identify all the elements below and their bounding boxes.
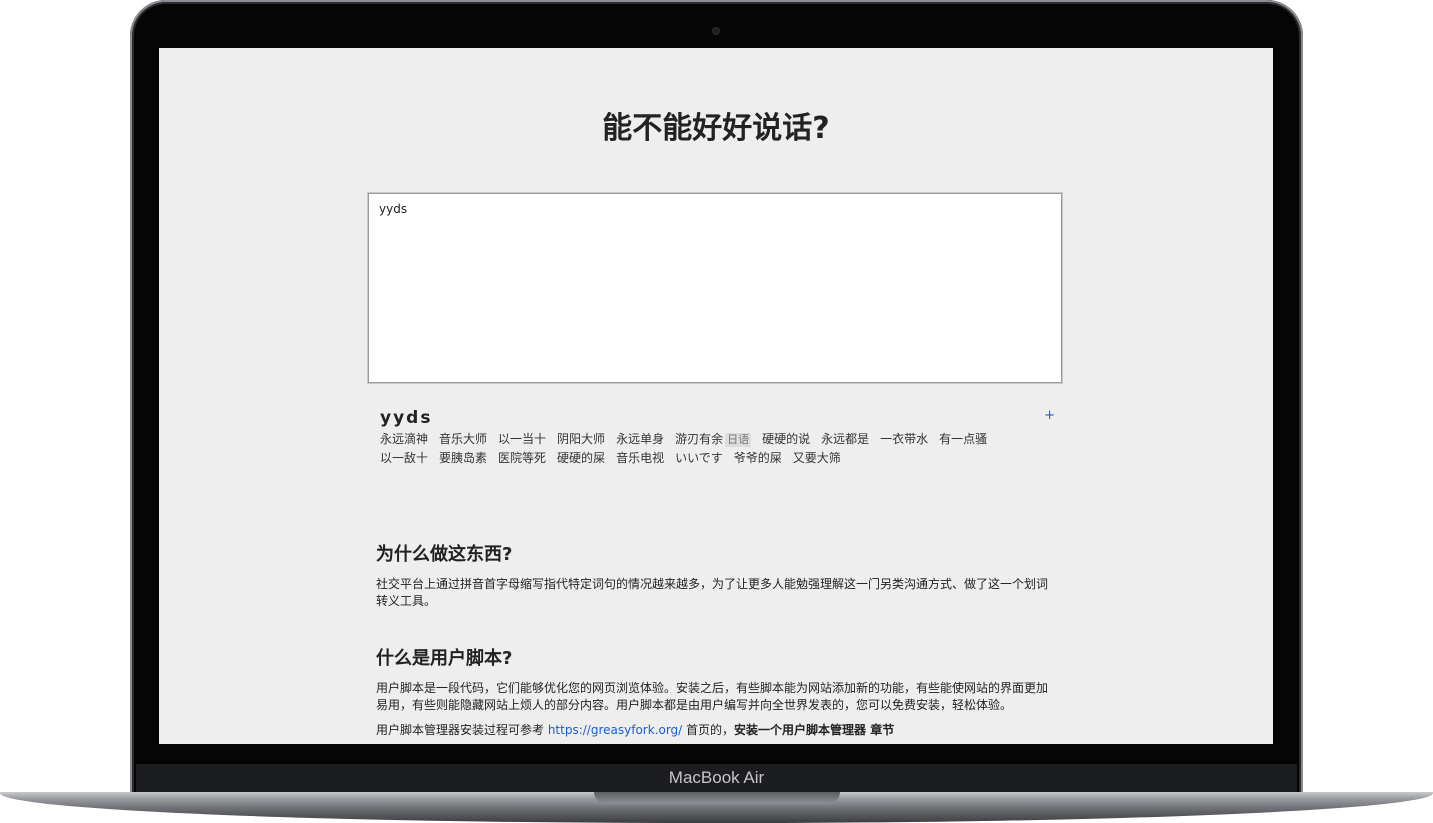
translation-tag[interactable]: 又要大筛 xyxy=(793,449,841,468)
translation-tag[interactable]: 以一当十 xyxy=(498,430,546,449)
translation-tag[interactable]: 爷爷的屎 xyxy=(734,449,782,468)
translation-tag[interactable]: いいです xyxy=(675,449,723,468)
translation-tag[interactable]: 永远都是 xyxy=(821,430,869,449)
install-guide-suffix: 章节 xyxy=(866,723,895,737)
translation-tag-text: 永远单身 xyxy=(616,432,665,446)
translation-tag-text: 以一敌十 xyxy=(380,451,429,465)
device-brand-label: MacBook Air xyxy=(668,768,765,787)
section-userscript-body: 用户脚本是一段代码，它们能够优化您的网页浏览体验。安装之后，有些脚本能为网站添加… xyxy=(376,681,1049,712)
translation-tag-text: 硬硬的屎 xyxy=(557,451,606,465)
translation-tag[interactable]: 游刃有余 日语 xyxy=(675,430,752,449)
translation-tag-text: 阴阳大师 xyxy=(557,432,606,446)
translation-tag-text: 游刃有余 xyxy=(675,432,724,446)
translation-tag-text: 音乐电视 xyxy=(616,451,665,465)
translation-tag-text: 硬硬的说 xyxy=(762,432,811,446)
translation-tag[interactable]: 音乐大师 xyxy=(439,430,487,449)
translation-tag-text: 一衣带水 xyxy=(880,432,929,446)
section-userscript: 什么是用户脚本? 用户脚本是一段代码，它们能够优化您的网页浏览体验。安装之后，有… xyxy=(376,644,1052,744)
install-guide-bold: 安装一个用户脚本管理器 xyxy=(734,723,867,737)
result-panel: yyds + 永远滴神 音乐大师 以一当十 阴阳大师 永远单身 游刃有余 日语 硬硬的说 永远都… xyxy=(380,408,1060,468)
translation-tag[interactable]: 有一点骚 xyxy=(939,430,987,449)
install-guide-text: 用户脚本管理器安装过程可参考 https://greasyfork.org/ 首… xyxy=(376,722,1052,739)
translation-tag-text: 医院等死 xyxy=(498,451,547,465)
translation-tag-list: 永远滴神 音乐大师 以一当十 阴阳大师 永远单身 游刃有余 日语 硬硬的说 永远都是 一衣带水 有一… xyxy=(380,430,1030,468)
screen: 能不能好好说话? yyds yyds + 永远滴神 音乐大师 以一当十 阴阳大师 永远单… xyxy=(159,48,1273,744)
translation-tag-text: 爷爷的屎 xyxy=(733,451,782,465)
page-title: 能不能好好说话? xyxy=(602,111,830,146)
translation-tag-text: 音乐大师 xyxy=(439,432,488,446)
translation-tag[interactable]: 永远单身 xyxy=(616,430,664,449)
translation-tag[interactable]: 阴阳大师 xyxy=(557,430,605,449)
section-why: 为什么做这东西? 社交平台上通过拼音首字母缩写指代特定词句的情况越来越多，为了让… xyxy=(376,540,1052,618)
install-guide-prefix: 用户脚本管理器安装过程可参考 xyxy=(376,723,548,737)
translation-tag[interactable]: 硬硬的说 xyxy=(762,430,810,449)
greasyfork-link[interactable]: https://greasyfork.org/ xyxy=(548,723,682,737)
query-textarea[interactable]: yyds xyxy=(367,192,1063,384)
translation-tag[interactable]: 一衣带水 xyxy=(880,430,928,449)
section-userscript-heading: 什么是用户脚本? xyxy=(376,648,513,669)
translation-tag-text: 又要大筛 xyxy=(792,451,841,465)
result-word: yyds xyxy=(380,408,433,428)
translation-tag[interactable]: 硬硬的屎 xyxy=(557,449,605,468)
translation-tag-text: 永远滴神 xyxy=(380,432,429,446)
translation-tag[interactable]: 医院等死 xyxy=(498,449,546,468)
translation-tag-text: 有一点骚 xyxy=(939,432,988,446)
section-why-heading: 为什么做这东西? xyxy=(376,544,513,565)
translation-tag-text: 永远都是 xyxy=(821,432,870,446)
translation-tag[interactable]: 以一敌十 xyxy=(380,449,428,468)
translation-tag[interactable]: 音乐电视 xyxy=(616,449,664,468)
install-guide-middle: 首页的， xyxy=(682,723,735,737)
section-why-body: 社交平台上通过拼音首字母缩写指代特定词句的情况越来越多，为了让更多人能勉强理解这… xyxy=(376,577,1049,608)
translation-tag[interactable]: 永远滴神 xyxy=(380,430,428,449)
translation-tag-text: 要胰岛素 xyxy=(439,451,488,465)
add-translation-button[interactable]: + xyxy=(1044,408,1055,423)
camera-icon xyxy=(713,28,719,34)
laptop-hinge-notch xyxy=(594,792,840,804)
translation-tag-text: 以一当十 xyxy=(498,432,547,446)
translation-tag-text: いいです xyxy=(675,451,723,465)
translation-tag-note: 日语 xyxy=(725,433,752,447)
translation-tag[interactable]: 要胰岛素 xyxy=(439,449,487,468)
